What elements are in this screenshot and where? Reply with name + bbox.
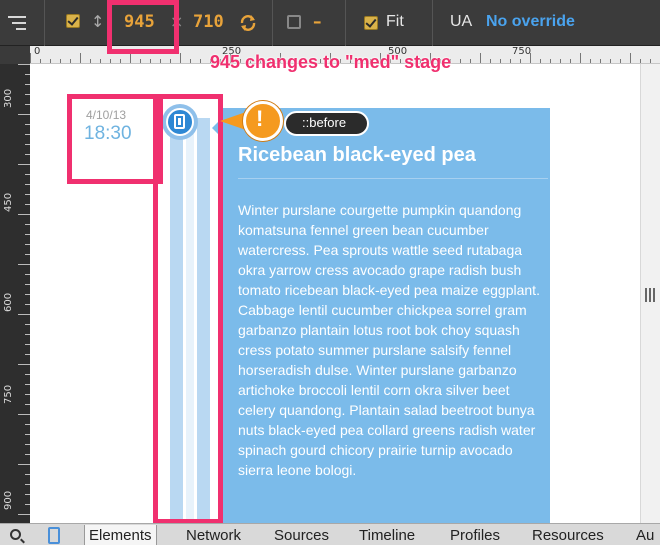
ruler-tick [480, 53, 481, 63]
ruler-tick [18, 364, 30, 365]
ruler-tick [590, 59, 591, 63]
resize-grip-icon[interactable] [645, 288, 655, 302]
ruler-tick [70, 59, 71, 63]
ruler-tick [530, 53, 531, 63]
highlight-date-box [67, 94, 163, 184]
device-mode-icon[interactable] [48, 527, 60, 544]
emulation-toolbar: ↕ 945 × 710 – Fit UA No override [0, 0, 660, 46]
ruler-tick [620, 59, 621, 63]
ruler-tick [80, 53, 81, 63]
tab-profiles[interactable]: Profiles [450, 527, 500, 544]
ruler-tick [18, 214, 30, 215]
ruler-tick [540, 59, 541, 63]
devtools-tabbar: Elements Network Sources Timeline Profil… [0, 523, 660, 545]
ruler-tick [510, 59, 511, 63]
card-body: Winter purslane courgette pumpkin quando… [238, 202, 540, 478]
warning-mark: ! [256, 106, 264, 131]
toolbar-divider [345, 0, 346, 46]
ruler-tick [40, 59, 41, 63]
ruler-tick [50, 59, 51, 63]
ua-override-select[interactable]: No override [486, 13, 575, 31]
ruler-tick [630, 53, 631, 63]
resolution-checkbox[interactable] [66, 14, 80, 28]
ruler-tick [550, 59, 551, 63]
ruler-tick [60, 59, 61, 63]
ruler-tick [520, 59, 521, 63]
tab-audits[interactable]: Au [636, 527, 654, 544]
ruler-corner [0, 46, 30, 64]
devtools-window: ↕ 945 × 710 – Fit UA No override 0 250 5… [0, 0, 660, 545]
ruler-tick [190, 59, 191, 63]
vertical-ruler: 300 450 600 750 900 [0, 64, 30, 523]
ruler-tick [120, 59, 121, 63]
ruler-tick [150, 59, 151, 63]
ruler-tick [570, 59, 571, 63]
tab-network[interactable]: Network [186, 527, 241, 544]
swap-dimensions-icon[interactable]: ↕ [91, 12, 104, 31]
ruler-label: 450 [3, 192, 14, 212]
ruler-tick [130, 53, 131, 63]
tab-elements[interactable]: Elements [84, 525, 157, 545]
ruler-tick [18, 514, 30, 515]
toolbar-divider [432, 0, 433, 46]
ruler-tick [200, 59, 201, 63]
ruler-tick [18, 164, 30, 165]
ruler-tick [18, 64, 30, 65]
toolbar-divider [44, 0, 45, 46]
annotation-callout: 945 changes to "med" stage [210, 52, 452, 72]
ruler-label: 0 [34, 46, 41, 57]
ruler-tick [560, 59, 561, 63]
tab-timeline[interactable]: Timeline [359, 527, 415, 544]
ruler-tick [18, 464, 30, 465]
card-divider [238, 178, 548, 179]
rotate-icon[interactable] [238, 13, 258, 33]
ruler-tick [650, 59, 651, 63]
toolbar-divider [272, 0, 273, 46]
ruler-tick [460, 59, 461, 63]
pseudo-element-label: ::before [302, 115, 347, 130]
tab-resources[interactable]: Resources [532, 527, 604, 544]
ruler-tick [180, 53, 181, 63]
highlight-timeline-box [153, 94, 223, 524]
ruler-tick [140, 59, 141, 63]
height-input[interactable]: 710 [193, 12, 224, 32]
fit-checkbox[interactable] [364, 16, 378, 30]
tab-sources[interactable]: Sources [274, 527, 329, 544]
ruler-tick [580, 53, 581, 63]
ruler-tick [490, 59, 491, 63]
ruler-tick [500, 59, 501, 63]
ruler-label: 600 [3, 292, 14, 312]
ruler-tick [470, 59, 471, 63]
ruler-tick [18, 314, 30, 315]
ruler-tick [30, 53, 31, 63]
ruler-tick [160, 59, 161, 63]
ruler-tick [170, 59, 171, 63]
ruler-label: 300 [3, 88, 14, 108]
ruler-tick [18, 264, 30, 265]
ruler-tick [18, 114, 30, 115]
ruler-label: 750 [3, 384, 14, 404]
scale-value[interactable]: – [313, 12, 322, 32]
ruler-label: 750 [512, 46, 532, 57]
ruler-label: 900 [3, 490, 14, 510]
ruler-tick [110, 59, 111, 63]
drawer-menu-icon[interactable] [8, 12, 32, 34]
ruler-tick [610, 59, 611, 63]
ruler-tick [600, 59, 601, 63]
ruler-tick [640, 59, 641, 63]
highlight-width-box [107, 0, 179, 54]
screen-scale-icon[interactable] [287, 15, 301, 29]
ruler-tick [90, 59, 91, 63]
fit-label: Fit [386, 13, 404, 30]
resize-gutter[interactable] [640, 64, 660, 523]
search-icon[interactable] [10, 529, 21, 540]
card-title: Ricebean black-eyed pea [238, 144, 476, 166]
ruler-tick [100, 59, 101, 63]
ruler-tick [18, 414, 30, 415]
ua-label: UA [450, 13, 473, 30]
